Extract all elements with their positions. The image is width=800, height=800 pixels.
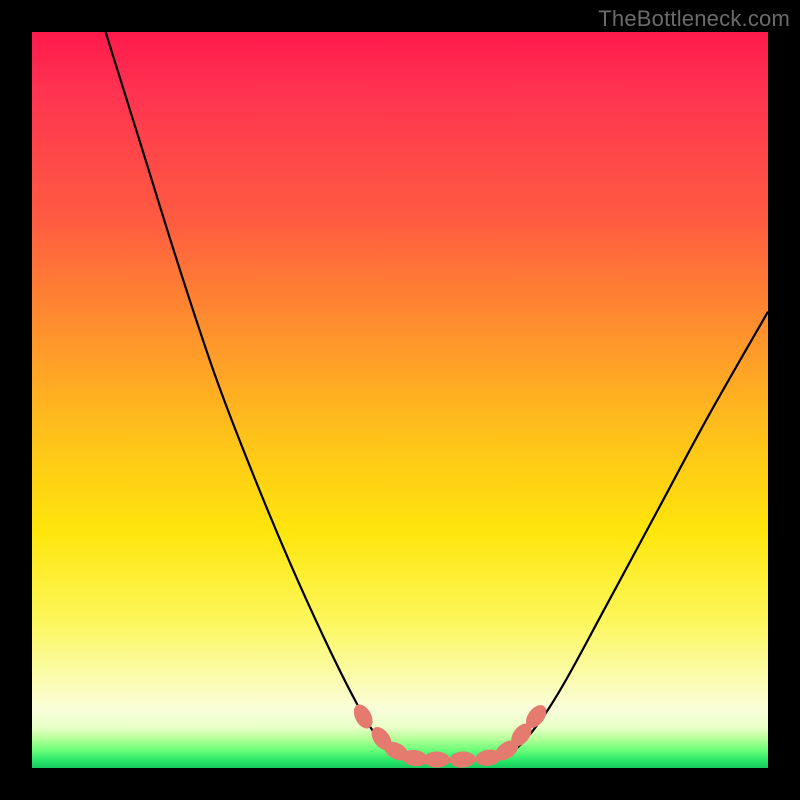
watermark-text: TheBottleneck.com — [598, 6, 790, 32]
curve-layer — [32, 32, 768, 768]
floor-bead-2 — [424, 751, 450, 767]
left-bead-1 — [350, 701, 376, 731]
bottleneck-curve — [106, 32, 768, 760]
plot-area — [32, 32, 768, 768]
chart-frame: TheBottleneck.com — [0, 0, 800, 800]
floor-bead-3 — [449, 751, 476, 768]
